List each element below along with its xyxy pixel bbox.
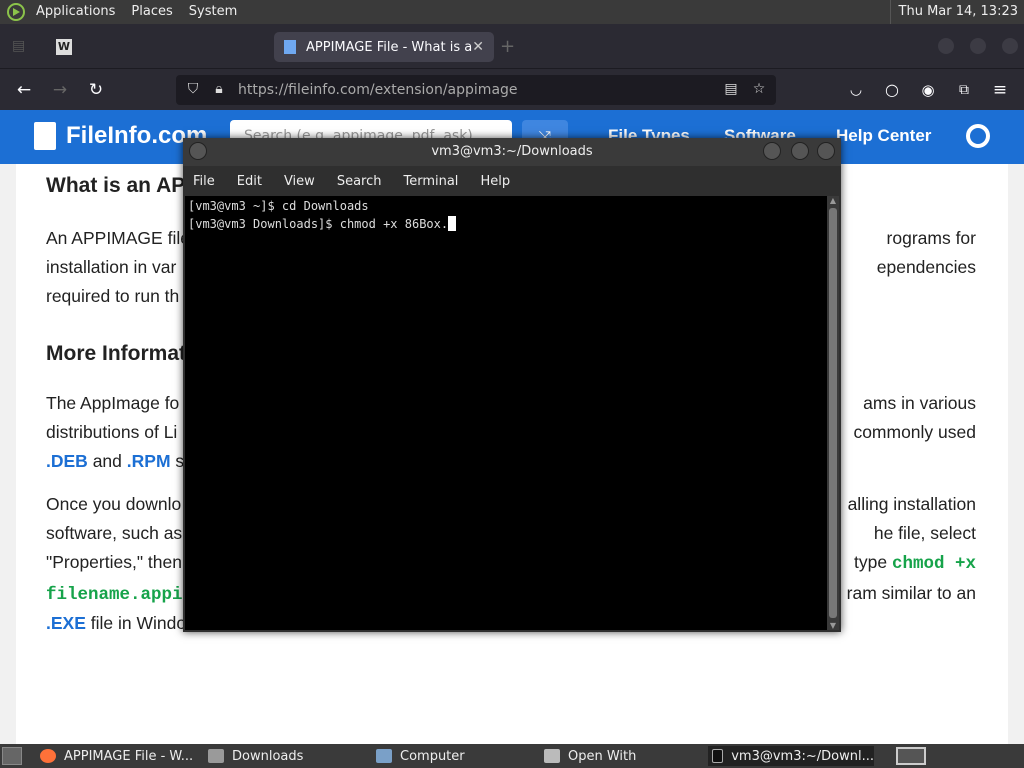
account-icon[interactable]: ◉	[914, 77, 942, 103]
taskbar-item-terminal[interactable]: vm3@vm3:~/Downl...	[708, 746, 874, 766]
menu-help[interactable]: Help	[480, 174, 510, 189]
code-filename: filename.appi	[46, 585, 183, 605]
url-domain: https://fileinfo.com	[238, 82, 370, 98]
browser-tab-bar: ▤ W APPIMAGE File - What is an ✕ +	[0, 24, 1024, 68]
scroll-down-icon[interactable]: ▼	[827, 621, 839, 630]
file-favicon-icon	[284, 40, 296, 54]
workspace-switcher[interactable]	[896, 747, 926, 765]
bookmark-star-icon[interactable]: ☆	[750, 81, 768, 99]
link-exe[interactable]: .EXE	[46, 613, 86, 633]
taskbar-item-computer[interactable]: Computer	[372, 746, 536, 766]
lock-icon[interactable]: 🔒︎	[210, 81, 228, 99]
new-tab-icon[interactable]: +	[500, 36, 515, 57]
terminal-line: [vm3@vm3 ~]$ cd Downloads	[188, 199, 369, 213]
settings-gear-icon[interactable]	[966, 124, 990, 148]
shield-icon[interactable]: ⛉	[184, 81, 202, 99]
pocket-icon[interactable]: ◡	[842, 77, 870, 103]
tab-inactive[interactable]: W	[46, 32, 270, 62]
folder-icon	[208, 749, 224, 763]
terminal-output[interactable]: [vm3@vm3 ~]$ cd Downloads [vm3@vm3 Downl…	[185, 196, 827, 630]
forward-icon[interactable]: →	[46, 77, 74, 103]
distro-logo-icon[interactable]	[6, 2, 26, 22]
show-desktop-icon[interactable]	[2, 747, 22, 765]
maximize-icon[interactable]	[791, 142, 809, 160]
taskbar-item-downloads[interactable]: Downloads	[204, 746, 368, 766]
menu-search[interactable]: Search	[337, 174, 382, 189]
places-menu[interactable]: Places	[123, 0, 180, 24]
taskbar: APPIMAGE File - W... Downloads Computer …	[0, 744, 1024, 768]
reader-view-icon[interactable]: ▤	[722, 81, 740, 99]
terminal-title: vm3@vm3:~/Downloads	[431, 144, 593, 159]
maximize-window-icon[interactable]	[970, 38, 986, 54]
close-icon[interactable]	[817, 142, 835, 160]
terminal-line: [vm3@vm3 Downloads]$ chmod +x 86Box.	[188, 215, 824, 233]
terminal-window[interactable]: vm3@vm3:~/Downloads File Edit View Searc…	[183, 138, 841, 632]
reload-icon[interactable]: ↻	[82, 77, 110, 103]
minimize-window-icon[interactable]	[938, 38, 954, 54]
tab-list-icon[interactable]: ▤	[12, 38, 28, 54]
close-window-icon[interactable]	[1002, 38, 1018, 54]
close-tab-icon[interactable]: ✕	[472, 39, 484, 55]
site-logo[interactable]: FileInfo.com	[34, 122, 207, 150]
dialog-icon	[544, 749, 560, 763]
document-icon	[34, 122, 56, 150]
link-rpm[interactable]: .RPM	[127, 451, 171, 471]
system-menu[interactable]: System	[181, 0, 245, 24]
tab-active[interactable]: APPIMAGE File - What is an ✕	[274, 32, 494, 62]
menu-icon[interactable]: ≡	[986, 77, 1014, 103]
applications-menu[interactable]: Applications	[28, 0, 123, 24]
url-path: /extension/appimage	[369, 82, 518, 98]
minimize-icon[interactable]	[763, 142, 781, 160]
scroll-up-icon[interactable]: ▲	[827, 196, 839, 205]
url-bar[interactable]: ⛉ 🔒︎ https://fileinfo.com/extension/appi…	[176, 75, 776, 105]
computer-icon	[376, 749, 392, 763]
tab-label: APPIMAGE File - What is an	[306, 39, 472, 55]
menu-view[interactable]: View	[284, 174, 315, 189]
menu-terminal[interactable]: Terminal	[403, 174, 458, 189]
code-chmod: chmod +x	[891, 554, 976, 574]
circle-icon[interactable]: ○	[878, 77, 906, 103]
site-favicon-icon: W	[56, 39, 72, 55]
text-cursor	[448, 216, 457, 231]
extensions-icon[interactable]: ⧉	[950, 77, 978, 103]
window-menu-icon[interactable]	[189, 142, 207, 160]
top-panel: Applications Places System Thu Mar 14, 1…	[0, 0, 1024, 24]
scrollbar-thumb[interactable]	[829, 208, 837, 618]
terminal-scrollbar[interactable]: ▲ ▼	[827, 196, 839, 630]
menu-file[interactable]: File	[193, 174, 215, 189]
terminal-menu-bar: File Edit View Search Terminal Help	[183, 166, 841, 196]
menu-edit[interactable]: Edit	[237, 174, 262, 189]
firefox-icon	[40, 749, 56, 763]
taskbar-item-firefox[interactable]: APPIMAGE File - W...	[36, 746, 200, 766]
back-icon[interactable]: ←	[10, 77, 38, 103]
navigation-bar: ← → ↻ ⛉ 🔒︎ https://fileinfo.com/extensio…	[0, 68, 1024, 110]
link-deb[interactable]: .DEB	[46, 451, 88, 471]
nav-help-center[interactable]: Help Center	[836, 126, 931, 146]
terminal-icon	[712, 749, 724, 763]
terminal-title-bar[interactable]: vm3@vm3:~/Downloads	[183, 138, 841, 166]
clock[interactable]: Thu Mar 14, 13:23	[889, 0, 1018, 24]
taskbar-item-open-with[interactable]: Open With	[540, 746, 704, 766]
